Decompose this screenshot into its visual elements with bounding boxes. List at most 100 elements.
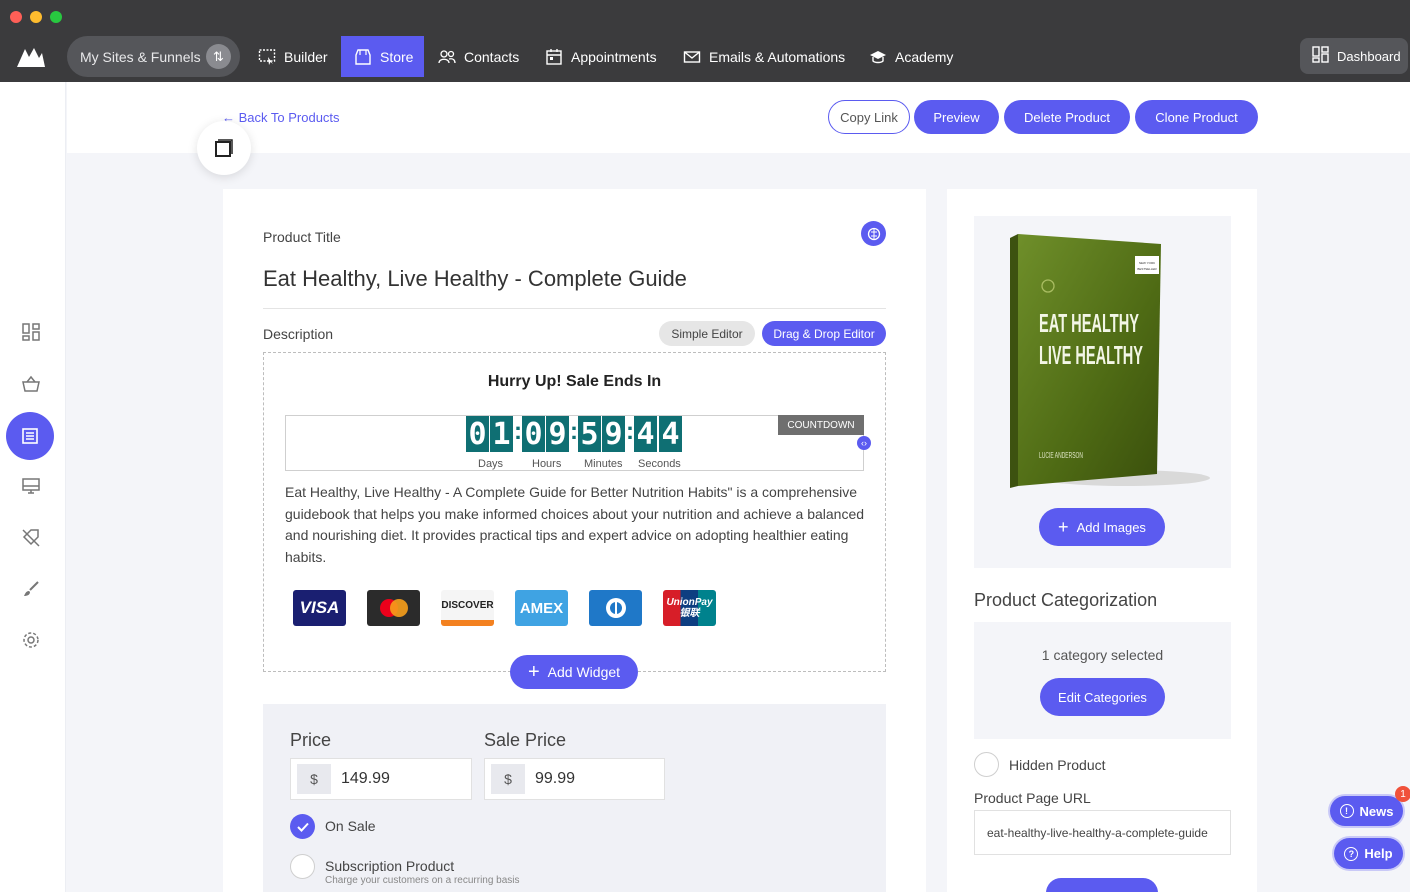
product-book-image[interactable]: NEW YORK BESTSELLER EAT HEALTHY LIVE HEA… bbox=[1005, 230, 1215, 492]
delete-product-button[interactable]: Delete Product bbox=[1004, 100, 1130, 134]
sidebar-discount-off-icon[interactable] bbox=[20, 527, 42, 549]
discover-card-icon: DISCOVER bbox=[441, 590, 494, 626]
resize-handle-icon[interactable]: ‹› bbox=[857, 436, 871, 450]
price-value: 149.99 bbox=[341, 770, 390, 787]
back-to-products-link[interactable]: ← Back To Products bbox=[222, 110, 340, 125]
price-input[interactable]: $ 149.99 bbox=[290, 758, 472, 800]
countdown-tag: COUNTDOWN bbox=[778, 415, 864, 435]
add-widget-label: Add Widget bbox=[547, 664, 621, 680]
check-icon bbox=[296, 822, 309, 832]
news-button[interactable]: ! News bbox=[1330, 796, 1403, 826]
sidebar-brush-icon[interactable] bbox=[20, 578, 42, 600]
sites-funnels-label: My Sites & Funnels bbox=[80, 48, 201, 65]
nav-contacts[interactable]: Contacts bbox=[438, 36, 519, 77]
description-paragraph[interactable]: Eat Healthy, Live Healthy - A Complete G… bbox=[285, 482, 870, 568]
on-sale-checkbox[interactable] bbox=[290, 814, 315, 839]
dashboard-label: Dashboard bbox=[1337, 48, 1401, 64]
news-label: News bbox=[1359, 803, 1394, 819]
product-url-label: Product Page URL bbox=[974, 790, 1091, 806]
countdown-separator: : bbox=[570, 418, 578, 445]
sidebar-basket-icon[interactable] bbox=[20, 373, 42, 395]
countdown-digit: 1 bbox=[490, 416, 513, 452]
contacts-icon bbox=[438, 48, 456, 66]
nav-appointments[interactable]: Appointments bbox=[545, 36, 657, 77]
countdown-digit: 5 bbox=[578, 416, 601, 452]
preview-button[interactable]: Preview bbox=[914, 100, 999, 134]
subscription-label: Subscription Product bbox=[325, 858, 455, 874]
plus-icon: + bbox=[1058, 517, 1069, 537]
window-toggle-button[interactable] bbox=[197, 121, 251, 175]
countdown-digit: 0 bbox=[466, 416, 489, 452]
clone-product-button[interactable]: Clone Product bbox=[1135, 100, 1258, 134]
nav-contacts-label: Contacts bbox=[464, 48, 520, 65]
book-title-line2: LIVE HEALTHY bbox=[1039, 340, 1143, 370]
calendar-icon bbox=[545, 48, 563, 66]
countdown-unit: Hours bbox=[532, 458, 562, 470]
academy-icon bbox=[869, 48, 887, 66]
on-sale-label: On Sale bbox=[325, 818, 376, 834]
product-title-input[interactable]: Eat Healthy, Live Healthy - Complete Gui… bbox=[263, 266, 687, 292]
store-icon bbox=[354, 48, 372, 66]
title-divider bbox=[263, 308, 886, 309]
sidebar-display-icon[interactable] bbox=[20, 475, 42, 497]
product-url-input[interactable]: eat-healthy-live-healthy-a-complete-guid… bbox=[974, 810, 1231, 855]
edit-categories-button[interactable]: Edit Categories bbox=[1040, 678, 1165, 716]
sidebar-settings-icon[interactable] bbox=[20, 629, 42, 651]
hidden-product-checkbox[interactable] bbox=[974, 752, 999, 777]
dashboard-button[interactable]: Dashboard bbox=[1300, 38, 1408, 74]
mail-icon bbox=[683, 48, 701, 66]
hidden-product-label: Hidden Product bbox=[1009, 757, 1106, 773]
countdown-separator: : bbox=[514, 418, 522, 445]
maximize-window-icon[interactable] bbox=[50, 11, 62, 23]
subscription-checkbox[interactable] bbox=[290, 854, 315, 879]
diners-card-icon bbox=[589, 590, 642, 626]
currency-symbol: $ bbox=[297, 764, 331, 794]
nav-store[interactable]: Store bbox=[341, 36, 424, 77]
unionpay-card-icon: UnionPay 银联 bbox=[663, 590, 716, 626]
drag-drop-editor-button[interactable]: Drag & Drop Editor bbox=[762, 321, 886, 346]
mastercard-icon bbox=[367, 590, 420, 626]
book-badge-line2: BESTSELLER bbox=[1137, 267, 1157, 271]
plus-icon: + bbox=[527, 661, 540, 683]
sidebar-dashboard-icon[interactable] bbox=[20, 321, 42, 343]
countdown-unit: Seconds bbox=[638, 458, 681, 470]
category-count: 1 category selected bbox=[1041, 647, 1164, 663]
simple-editor-button[interactable]: Simple Editor bbox=[659, 321, 755, 346]
nav-builder[interactable]: Builder bbox=[258, 36, 328, 77]
save-button[interactable] bbox=[1046, 878, 1158, 892]
dashboard-grid-icon bbox=[1312, 46, 1329, 66]
nav-builder-label: Builder bbox=[284, 48, 328, 65]
copy-link-button[interactable]: Copy Link bbox=[828, 100, 910, 134]
builder-icon bbox=[258, 48, 276, 66]
app-logo-icon[interactable] bbox=[15, 45, 47, 69]
currency-symbol: $ bbox=[491, 764, 525, 794]
book-author: LUCIE ANDERSON bbox=[1039, 451, 1083, 460]
countdown-digit: 9 bbox=[546, 416, 569, 452]
nav-academy[interactable]: Academy bbox=[869, 36, 953, 77]
visa-card-icon: VISA bbox=[293, 590, 346, 626]
close-window-icon[interactable] bbox=[10, 11, 22, 23]
square-window-icon bbox=[215, 139, 233, 157]
product-title-label: Product Title bbox=[263, 229, 341, 245]
nav-academy-label: Academy bbox=[895, 48, 954, 65]
sale-price-label: Sale Price bbox=[484, 730, 567, 750]
ai-assist-button[interactable] bbox=[861, 221, 886, 246]
nav-emails-automations[interactable]: Emails & Automations bbox=[683, 36, 845, 77]
sale-price-input[interactable]: $ 99.99 bbox=[484, 758, 665, 800]
add-images-label: Add Images bbox=[1076, 519, 1146, 535]
countdown-digit: 4 bbox=[659, 416, 682, 452]
countdown-unit: Days bbox=[478, 458, 504, 470]
book-title-line1: EAT HEALTHY bbox=[1039, 308, 1139, 338]
info-icon: ! bbox=[1339, 804, 1354, 818]
help-button[interactable]: ? Help bbox=[1334, 838, 1403, 869]
minimize-window-icon[interactable] bbox=[30, 11, 42, 23]
top-navigation: My Sites & Funnels ⇅ Builder Store Conta… bbox=[0, 32, 1410, 82]
nav-emails-label: Emails & Automations bbox=[709, 48, 846, 65]
news-count-badge: 1 bbox=[1395, 786, 1410, 802]
add-images-button[interactable]: + Add Images bbox=[1039, 508, 1165, 546]
sidebar-products-icon[interactable] bbox=[6, 412, 54, 460]
sites-funnels-switcher[interactable]: My Sites & Funnels ⇅ bbox=[67, 36, 240, 77]
categorization-title: Product Categorization bbox=[974, 590, 1158, 610]
brain-icon bbox=[867, 227, 880, 240]
add-widget-button[interactable]: + Add Widget bbox=[510, 655, 638, 689]
